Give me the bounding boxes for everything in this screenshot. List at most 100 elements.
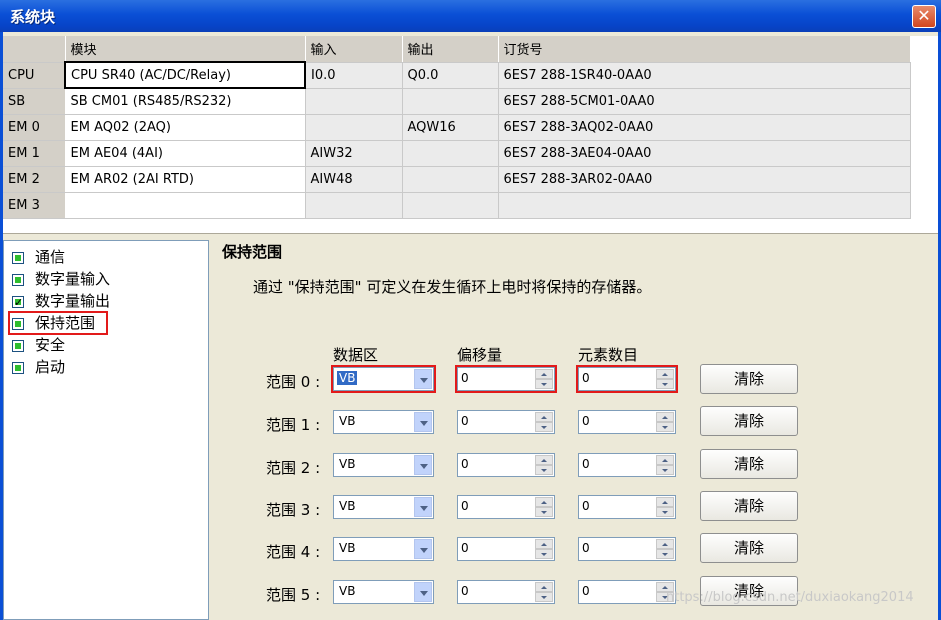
range-label: 范围 3 : <box>266 501 321 519</box>
module-table: 模块 输入 输出 订货号 CPU CPU SR40 (AC/DC/Relay) … <box>3 36 911 219</box>
tree-item-digital-output[interactable]: ✓ 数字量输出 <box>10 291 130 311</box>
green-box-icon <box>12 274 24 286</box>
clear-button[interactable]: 清除 <box>700 449 798 479</box>
module-cell[interactable]: EM AQ02 (2AQ) <box>65 114 306 141</box>
clear-button[interactable]: 清除 <box>700 406 798 436</box>
spin-down-icon[interactable] <box>656 465 674 475</box>
output-cell <box>402 88 499 115</box>
data-area-select[interactable]: VB <box>333 580 434 604</box>
offset-spinner[interactable]: 0 <box>455 365 557 393</box>
offset-spinner[interactable]: 0 <box>457 495 555 519</box>
data-area-select[interactable]: VB <box>333 495 434 519</box>
green-box-icon <box>12 252 24 264</box>
spin-up-icon[interactable] <box>535 497 553 507</box>
spin-down-icon[interactable] <box>656 507 674 517</box>
spin-up-icon[interactable] <box>656 539 674 549</box>
spin-up-icon[interactable] <box>535 539 553 549</box>
count-spinner[interactable]: 0 <box>578 537 676 561</box>
chevron-down-icon[interactable] <box>414 497 432 517</box>
column-header: 输出 <box>402 36 499 63</box>
table-row[interactable]: EM 3 <box>3 192 911 219</box>
chevron-down-icon[interactable] <box>414 539 432 559</box>
order-cell: 6ES7 288-5CM01-0AA0 <box>498 88 911 115</box>
watermark: https://blog.csdn.net/duxiaokang2014 <box>666 590 914 605</box>
count-spinner[interactable]: 0 <box>578 495 676 519</box>
checked-box-icon: ✓ <box>12 296 24 309</box>
module-cell[interactable] <box>65 192 306 219</box>
range-label: 范围 5 : <box>266 586 321 604</box>
chevron-down-icon[interactable] <box>414 582 432 602</box>
count-spinner[interactable]: 0 <box>578 580 676 604</box>
spin-down-icon[interactable] <box>656 379 674 389</box>
spin-up-icon[interactable] <box>535 582 553 592</box>
column-header: 输入 <box>305 36 403 63</box>
spin-up-icon[interactable] <box>656 369 674 379</box>
spin-up-icon[interactable] <box>535 412 553 422</box>
offset-spinner[interactable]: 0 <box>457 580 555 604</box>
spin-up-icon[interactable] <box>656 455 674 465</box>
header-element-count: 元素数目 <box>578 346 639 364</box>
slot-label: EM 1 <box>3 140 66 167</box>
data-area-select[interactable]: VB <box>331 365 436 393</box>
chevron-down-icon[interactable] <box>414 412 432 432</box>
green-box-icon <box>12 362 24 374</box>
close-icon[interactable]: ✕ <box>912 5 936 28</box>
order-cell <box>498 192 911 219</box>
tree-item-security[interactable]: 安全 <box>10 335 88 355</box>
spin-down-icon[interactable] <box>535 549 553 559</box>
slot-label: EM 2 <box>3 166 66 193</box>
settings-tree: 通信 数字量输入 ✓ 数字量输出 保持范围 安全 启动 <box>3 240 209 620</box>
module-cell[interactable]: SB CM01 (RS485/RS232) <box>65 88 306 115</box>
output-cell: AQW16 <box>402 114 499 141</box>
chevron-down-icon[interactable] <box>414 369 432 389</box>
range-label: 范围 1 : <box>266 416 321 434</box>
data-area-select[interactable]: VB <box>333 410 434 434</box>
spin-up-icon[interactable] <box>535 455 553 465</box>
clear-button[interactable]: 清除 <box>700 533 798 563</box>
data-area-select[interactable]: VB <box>333 453 434 477</box>
module-cell[interactable]: EM AR02 (2AI RTD) <box>65 166 306 193</box>
order-cell: 6ES7 288-3AQ02-0AA0 <box>498 114 911 141</box>
spin-down-icon[interactable] <box>656 549 674 559</box>
table-row[interactable]: EM 0 EM AQ02 (2AQ) AQW16 6ES7 288-3AQ02-… <box>3 114 911 141</box>
table-row[interactable]: CPU CPU SR40 (AC/DC/Relay) I0.0 Q0.0 6ES… <box>3 61 911 89</box>
splitter[interactable] <box>3 233 938 237</box>
spin-down-icon[interactable] <box>535 507 553 517</box>
tree-item-startup[interactable]: 启动 <box>10 357 88 377</box>
chevron-down-icon[interactable] <box>414 455 432 475</box>
offset-spinner[interactable]: 0 <box>457 537 555 561</box>
data-area-select[interactable]: VB <box>333 537 434 561</box>
input-cell: I0.0 <box>305 62 403 89</box>
table-row[interactable]: EM 2 EM AR02 (2AI RTD) AIW48 6ES7 288-3A… <box>3 166 911 193</box>
clear-button[interactable]: 清除 <box>700 364 798 394</box>
table-blank-area <box>3 219 938 233</box>
count-spinner[interactable]: 0 <box>578 453 676 477</box>
table-filler <box>911 36 938 219</box>
offset-spinner[interactable]: 0 <box>457 410 555 434</box>
range-label: 范围 2 : <box>266 459 321 477</box>
window-title: 系统块 <box>10 8 56 26</box>
input-cell: AIW32 <box>305 140 403 167</box>
spin-down-icon[interactable] <box>656 422 674 432</box>
spin-down-icon[interactable] <box>535 422 553 432</box>
output-cell <box>402 166 499 193</box>
spin-up-icon[interactable] <box>535 369 553 379</box>
tree-item-communication[interactable]: 通信 <box>10 247 88 267</box>
tree-item-digital-input[interactable]: 数字量输入 <box>10 269 130 289</box>
table-row[interactable]: SB SB CM01 (RS485/RS232) 6ES7 288-5CM01-… <box>3 88 911 115</box>
module-cell[interactable]: CPU SR40 (AC/DC/Relay) <box>64 61 306 89</box>
count-spinner[interactable]: 0 <box>578 410 676 434</box>
module-cell[interactable]: EM AE04 (4AI) <box>65 140 306 167</box>
spin-down-icon[interactable] <box>535 465 553 475</box>
table-row[interactable]: EM 1 EM AE04 (4AI) AIW32 6ES7 288-3AE04-… <box>3 140 911 167</box>
table-header: 模块 输入 输出 订货号 <box>3 36 911 63</box>
clear-button[interactable]: 清除 <box>700 491 798 521</box>
spin-up-icon[interactable] <box>656 497 674 507</box>
count-spinner[interactable]: 0 <box>576 365 678 393</box>
offset-spinner[interactable]: 0 <box>457 453 555 477</box>
spin-down-icon[interactable] <box>535 592 553 602</box>
spin-down-icon[interactable] <box>535 379 553 389</box>
green-box-icon <box>12 318 24 330</box>
spin-up-icon[interactable] <box>656 412 674 422</box>
tree-item-retentive-ranges[interactable]: 保持范围 <box>8 311 108 335</box>
